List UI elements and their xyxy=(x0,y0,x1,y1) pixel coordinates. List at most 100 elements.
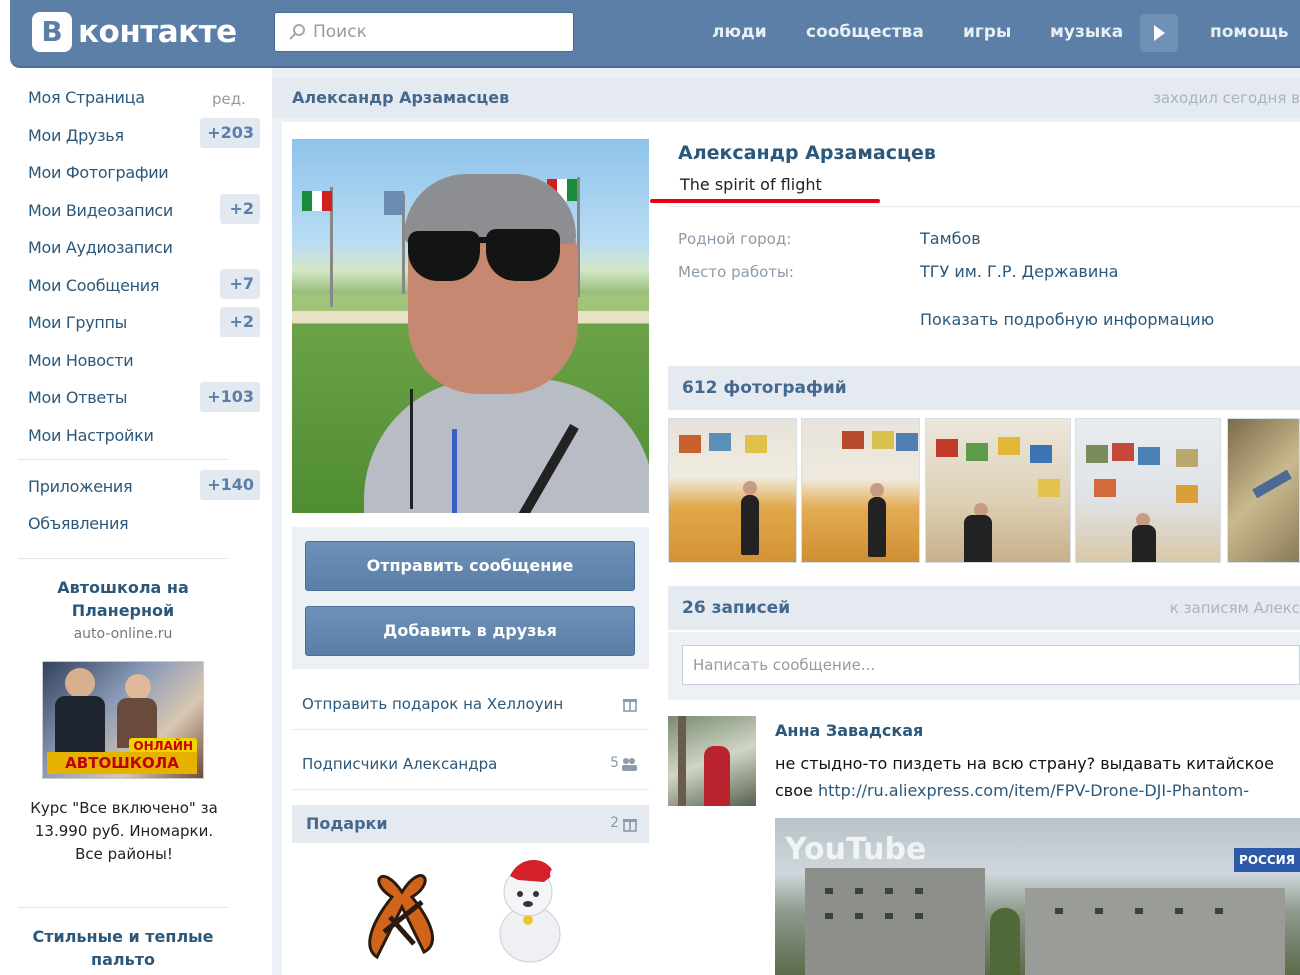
gift-icon xyxy=(623,699,637,712)
video-building xyxy=(1025,888,1285,975)
post-text-prefix: свое xyxy=(775,781,813,800)
photo-thumbnail[interactable] xyxy=(801,418,920,563)
sidebar-item-audio[interactable]: Мои Аудиозаписи xyxy=(28,238,173,257)
photo-person-head xyxy=(743,481,757,495)
gifts-count: 2 xyxy=(610,815,619,831)
profile-photo[interactable] xyxy=(292,139,649,513)
nav-help[interactable]: помощь xyxy=(1210,22,1289,42)
add-friend-button[interactable]: Добавить в друзья xyxy=(305,606,635,656)
building-window xyxy=(825,913,833,919)
photo-tile xyxy=(1112,443,1134,461)
nav-music[interactable]: музыка xyxy=(1050,22,1123,42)
building-window xyxy=(855,888,863,894)
sidebar-item-settings[interactable]: Мои Настройки xyxy=(28,426,154,445)
profile-name: Александр Арзамасцев xyxy=(678,142,936,164)
followers-link[interactable]: Подписчики Александра xyxy=(302,755,497,773)
sidebar-item-friends[interactable]: Мои Друзья xyxy=(28,126,124,145)
post-link[interactable]: http://ru.aliexpress.com/item/FPV-Drone-… xyxy=(818,781,1249,800)
building-window xyxy=(885,913,893,919)
videos-count-badge[interactable]: +2 xyxy=(220,194,260,224)
nav-people[interactable]: люди xyxy=(712,22,767,42)
followers-row[interactable]: Подписчики Александра 5 xyxy=(292,740,649,790)
nav-communities[interactable]: сообщества xyxy=(806,22,924,42)
ad-description[interactable]: Курс "Все включено" за 13.990 руб. Инома… xyxy=(22,797,226,866)
sidebar-item-ads[interactable]: Объявления xyxy=(28,514,129,533)
ad-title[interactable]: Автошкола на Планерной xyxy=(28,576,218,622)
building-window xyxy=(885,888,893,894)
sidebar-divider xyxy=(18,907,228,908)
send-gift-link[interactable]: Отправить подарок на Хеллоуин xyxy=(302,695,563,713)
photo-tile xyxy=(998,437,1020,455)
ribbon-gift-icon[interactable] xyxy=(362,852,444,962)
gift-row[interactable]: Отправить подарок на Хеллоуин xyxy=(292,680,649,730)
hometown-value[interactable]: Тамбов xyxy=(920,229,981,248)
sidebar-item-groups[interactable]: Мои Группы xyxy=(28,313,127,332)
photo-person xyxy=(964,515,992,562)
photo-tile xyxy=(966,443,988,461)
followers-count: 5 xyxy=(610,755,619,771)
person-shirt xyxy=(364,379,649,513)
building-window xyxy=(855,913,863,919)
photo-person-head xyxy=(870,483,884,497)
photo-thumbnail[interactable] xyxy=(1227,418,1300,563)
sidebar-item-news[interactable]: Мои Новости xyxy=(28,351,134,370)
work-value[interactable]: ТГУ им. Г.Р. Державина xyxy=(920,262,1118,281)
wall-post-input[interactable] xyxy=(682,645,1300,685)
page-header: Александр Арзамасцев заходил сегодня в xyxy=(272,78,1300,118)
search-icon xyxy=(289,24,305,40)
people-icon xyxy=(622,758,637,771)
ad2-title[interactable]: Стильные и теплые пальто xyxy=(28,925,218,971)
post-author-name[interactable]: Анна Завадская xyxy=(775,721,923,740)
photo-tile xyxy=(679,435,701,453)
vk-logo[interactable]: В контакте xyxy=(32,12,237,52)
building-window xyxy=(915,888,923,894)
sidebar-item-my-page[interactable]: Моя Страница xyxy=(28,88,145,107)
wall-header[interactable]: 26 записей к записям Алекс xyxy=(668,586,1300,630)
messages-count-badge[interactable]: +7 xyxy=(220,269,260,299)
apps-count-badge[interactable]: +140 xyxy=(200,470,260,500)
hometown-label: Родной город: xyxy=(678,230,792,248)
edit-link[interactable]: ред. xyxy=(212,90,246,108)
video-preview[interactable]: YouTube РОССИЯ xyxy=(775,818,1300,975)
music-play-button[interactable] xyxy=(1140,14,1178,52)
friends-count-badge[interactable]: +203 xyxy=(200,118,260,148)
groups-count-badge[interactable]: +2 xyxy=(220,307,260,337)
profile-status[interactable]: The spirit of flight xyxy=(680,175,822,194)
show-more-info-link[interactable]: Показать подробную информацию xyxy=(920,310,1214,329)
photo-person xyxy=(741,495,759,555)
ad-site[interactable]: auto-online.ru xyxy=(28,626,218,642)
sidebar-item-apps[interactable]: Приложения xyxy=(28,477,133,496)
photo-tile xyxy=(709,433,731,451)
post-author-avatar[interactable] xyxy=(668,716,756,806)
flag-italy xyxy=(302,191,332,211)
photo-tile xyxy=(842,431,864,449)
building-window xyxy=(825,888,833,894)
photo-thumbnail[interactable] xyxy=(925,418,1071,563)
ad-person-body xyxy=(55,696,105,756)
sidebar-item-answers[interactable]: Мои Ответы xyxy=(28,388,128,407)
photo-thumbnail[interactable] xyxy=(1075,418,1221,563)
sunglasses-bridge xyxy=(468,237,498,243)
work-label: Место работы: xyxy=(678,263,794,281)
nav-games[interactable]: игры xyxy=(963,22,1011,42)
photo-tile xyxy=(936,439,958,457)
ad-image[interactable]: ОНЛАЙН АВТОШКОЛА xyxy=(42,661,204,779)
photos-header[interactable]: 612 фотографий xyxy=(668,366,1300,410)
photo-thumbnail[interactable] xyxy=(668,418,797,563)
puppy-gift-icon[interactable] xyxy=(490,854,572,966)
sidebar-item-photos[interactable]: Мои Фотографии xyxy=(28,163,169,182)
search-input[interactable] xyxy=(313,22,553,42)
to-posts-link[interactable]: к записям Алекс xyxy=(1170,599,1300,617)
send-message-button[interactable]: Отправить сообщение xyxy=(305,541,635,591)
answers-count-badge[interactable]: +103 xyxy=(200,382,260,412)
photo-person xyxy=(1132,525,1156,562)
sidebar-item-videos[interactable]: Мои Видеозаписи xyxy=(28,201,173,220)
sidebar-divider xyxy=(18,459,228,460)
page-header-name: Александр Арзамасцев xyxy=(292,88,510,107)
earphone-wire xyxy=(410,389,413,509)
sidebar-divider xyxy=(18,558,228,559)
sidebar-item-messages[interactable]: Мои Сообщения xyxy=(28,276,160,295)
gifts-header[interactable]: Подарки 2 xyxy=(292,805,649,843)
search-box[interactable] xyxy=(274,12,574,52)
gifts-title: Подарки xyxy=(306,814,388,833)
